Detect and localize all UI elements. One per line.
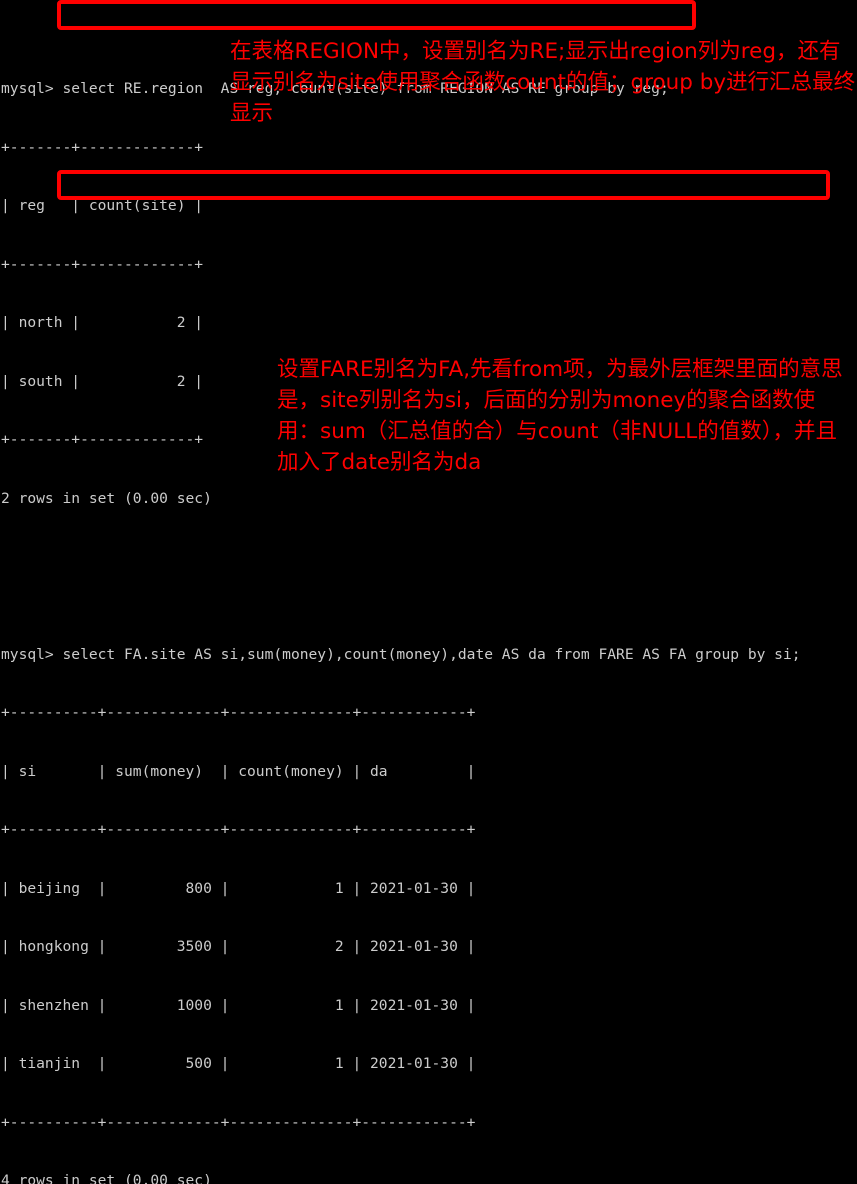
table-row: | beijing | 800 | 1 | 2021-01-30 | — [1, 879, 476, 897]
table-row: | hongkong | 3500 | 2 | 2021-01-30 | — [1, 938, 476, 955]
table-row: | tianjin | 500 | 1 | 2021-01-30 | — [1, 1055, 476, 1072]
annotation-text-bottom: 设置FARE别名为FA,先看from项，为最外层框架里面的意思是，site列别名… — [277, 357, 843, 475]
annotation-text-top: 在表格REGION中，设置别名为RE;显示出region列为reg，还有显示别名… — [230, 39, 856, 126]
table-2-bottom-rule: +----------+-------------+--------------… — [1, 1113, 476, 1131]
table-2-header-rule: +----------+-------------+--------------… — [1, 821, 476, 838]
table-2-top-rule: +----------+-------------+--------------… — [1, 704, 476, 721]
table-1-header: | reg | count(site) | — [1, 197, 204, 214]
terminal-prompt-line-2: mysql> select FA.site AS si,sum(money),c… — [1, 645, 857, 665]
table-2-status: 4 rows in set (0.00 sec) — [1, 1172, 212, 1184]
table-1-status: 2 rows in set (0.00 sec) — [1, 489, 212, 507]
table-2-header: | si | sum(money) | count(money) | da | — [1, 762, 476, 780]
table-1-top-rule: +-------+-------------+ — [1, 138, 204, 156]
spacer-line — [1, 547, 857, 567]
table-row: | north | 2 | — [1, 314, 204, 331]
prompt-label-2: mysql> select FA.site AS si,sum(money),c… — [1, 645, 801, 663]
table-row: | shenzhen | 1000 | 1 | 2021-01-30 | — [1, 996, 476, 1014]
table-1-header-rule: +-------+-------------+ — [1, 255, 204, 273]
